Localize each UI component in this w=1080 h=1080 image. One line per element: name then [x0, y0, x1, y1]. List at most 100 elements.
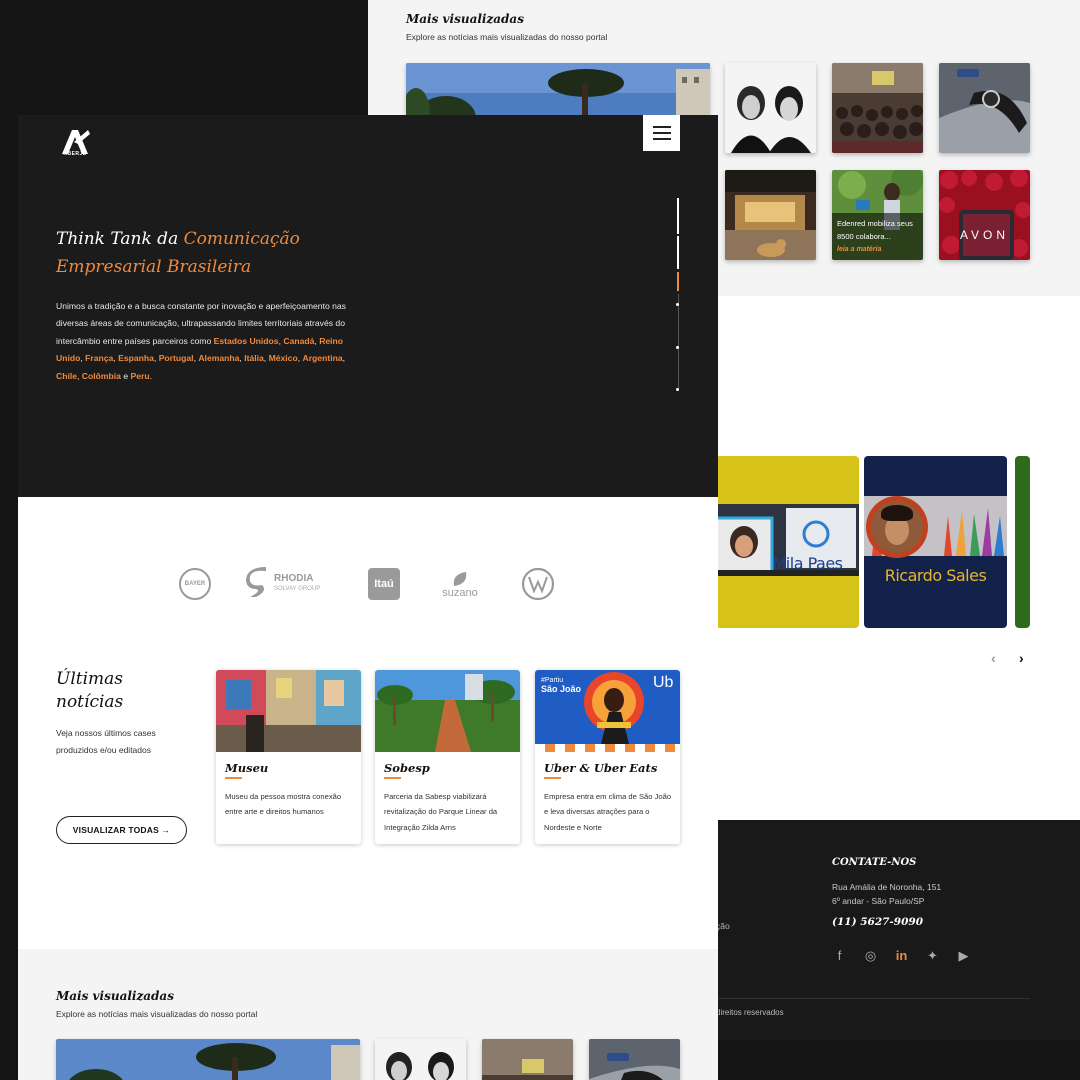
- news-card-accent-bar: [384, 777, 401, 779]
- linkedin-icon[interactable]: in: [894, 948, 909, 964]
- youtube-icon[interactable]: ▶: [956, 948, 971, 964]
- contact-phone[interactable]: (11) 5627-9090: [832, 916, 923, 928]
- footer-divider: [708, 998, 1030, 999]
- news-thumb-large[interactable]: [406, 63, 710, 123]
- hero-title-plain: Think Tank da: [56, 229, 184, 249]
- partner-logos: BAYER RHODIA SOLVAY GROUP Itaú suzano: [18, 564, 718, 604]
- country-name: Colômbia: [81, 370, 121, 381]
- news-thumb[interactable]: [725, 63, 816, 153]
- slide-indicator[interactable]: [677, 236, 679, 269]
- news-card[interactable]: #Partiu São João Ub Uber & Uber Eats Emp…: [535, 670, 680, 844]
- country-name: Chile: [56, 370, 78, 381]
- news-card-accent-bar: [225, 777, 242, 779]
- bayer-logo-text: BAYER: [184, 581, 206, 587]
- news-card-description: Empresa entra em clima de São João e lev…: [544, 792, 672, 832]
- slide-dot[interactable]: [676, 346, 679, 349]
- news-card-title: Sobesp: [384, 761, 430, 775]
- view-all-button[interactable]: VISUALIZAR TODAS →: [56, 816, 187, 844]
- news-card-description: Museu da pessoa mostra conexão entre art…: [225, 792, 342, 817]
- hamburger-icon: [652, 126, 671, 129]
- news-thumb[interactable]: [939, 63, 1030, 153]
- latest-news-subtitle: Veja nossos últimos cases produzidos e/o…: [56, 728, 156, 755]
- slide-indicator-active[interactable]: [677, 272, 679, 291]
- slide-dot[interactable]: [676, 303, 679, 306]
- country-name: Argentina: [302, 353, 343, 364]
- speaker-card[interactable]: Mila Paes: [716, 456, 859, 628]
- menu-button[interactable]: [643, 115, 680, 151]
- suzano-logo: suzano: [432, 564, 488, 604]
- most-viewed-title: Mais visualizadas: [56, 989, 174, 1003]
- facebook-icon[interactable]: f: [832, 948, 847, 964]
- address-line-2: 6º andar - São Paulo/SP: [832, 896, 925, 906]
- contact-title: CONTATE-NOS: [832, 857, 917, 868]
- country-peru: Peru: [130, 370, 150, 381]
- slide-indicator[interactable]: [677, 198, 679, 234]
- speaker-card[interactable]: Ricardo Sales: [864, 456, 1007, 628]
- most-viewed-header: Mais visualizadas Explore as notícias ma…: [56, 989, 257, 1019]
- contact-address: Rua Amália de Noronha, 151 6º andar - Sã…: [832, 880, 941, 908]
- news-thumb-edenred[interactable]: Edenred mobiliza seus 8500 colabora... l…: [832, 170, 923, 260]
- news-card-description: Parceria da Sabesp viabilizará revitaliz…: [384, 792, 498, 832]
- most-viewed-header: Mais visualizadas Explore as notícias ma…: [406, 12, 607, 42]
- news-thumb[interactable]: [725, 170, 816, 260]
- news-card-title: Uber & Uber Eats: [544, 761, 658, 775]
- uber-brand: Ub: [653, 674, 674, 691]
- most-viewed-title: Mais visualizadas: [406, 12, 524, 26]
- carousel-next-button[interactable]: ›: [1019, 650, 1024, 666]
- news-thumb-caption-text: Edenred mobiliza seus 8500 colabora...: [837, 219, 913, 241]
- country-name: Portugal: [158, 353, 194, 364]
- country-name: Itália: [244, 353, 264, 364]
- most-viewed-subtitle: Explore as notícias mais visualizadas do…: [406, 32, 608, 42]
- read-more-link[interactable]: leia a matéria: [837, 243, 918, 256]
- logo-text: ABERJE: [63, 151, 87, 157]
- vertical-slide-nav[interactable]: [676, 198, 679, 391]
- news-card-accent-bar: [544, 777, 561, 779]
- news-card[interactable]: Sobesp Parceria da Sabesp viabilizará re…: [375, 670, 520, 844]
- country-name: Alemanha: [198, 353, 240, 364]
- speaker-card[interactable]: [1015, 456, 1030, 628]
- country-name: México: [268, 353, 298, 364]
- hero-title: Think Tank da Comunicação Empresarial Br…: [56, 225, 376, 281]
- itau-logo-text: Itaú: [374, 578, 394, 590]
- news-thumb[interactable]: [589, 1039, 680, 1080]
- carousel-prev-button[interactable]: ‹: [991, 650, 996, 666]
- hero-body-end: .: [149, 370, 153, 381]
- news-card[interactable]: Museu Museu da pessoa mostra conexão ent…: [216, 670, 361, 844]
- news-card-image: #Partiu São João Ub: [535, 670, 680, 752]
- news-thumb[interactable]: [482, 1039, 573, 1080]
- news-card-title: Museu: [225, 761, 269, 775]
- suzano-logo-text: suzano: [442, 586, 478, 599]
- address-line-1: Rua Amália de Noronha, 151: [832, 882, 942, 892]
- rhodia-logo-subtext: SOLVAY GROUP: [274, 586, 321, 592]
- uber-image-title: São João: [541, 684, 582, 694]
- news-thumb-avon[interactable]: AVON: [939, 170, 1030, 260]
- screenshot-canvas: Mais visualizadas Explore as notícias ma…: [0, 0, 1080, 1080]
- hero-body-and: e: [120, 370, 131, 381]
- country-name: Estados Unidos: [213, 335, 279, 346]
- front-page: ABERJE Think Tank da Comunicação Empresa…: [18, 115, 718, 1080]
- avon-brand: AVON: [959, 228, 1010, 242]
- footer-link-fragment[interactable]: ção: [716, 921, 730, 931]
- country-name: França: [85, 353, 114, 364]
- latest-news-title: Últimas notícias: [56, 669, 124, 712]
- twitter-icon[interactable]: ✦: [925, 948, 940, 964]
- hero-body: Unimos a tradição e a busca constante po…: [56, 298, 366, 385]
- slide-dot[interactable]: [676, 388, 679, 391]
- news-card-image: [375, 670, 520, 752]
- bayer-logo: BAYER: [178, 564, 212, 604]
- news-thumb-caption: Edenred mobiliza seus 8500 colabora... l…: [832, 213, 923, 260]
- speaker-name: Ricardo Sales: [884, 566, 987, 585]
- news-thumb-large[interactable]: [56, 1039, 360, 1080]
- rhodia-logo-text: RHODIA: [274, 573, 314, 584]
- most-viewed-subtitle: Explore as notícias mais visualizadas do…: [56, 1009, 258, 1019]
- copyright-text: direitos reservados: [716, 1008, 784, 1017]
- itau-logo: Itaú: [368, 568, 400, 600]
- country-name: Canadá: [283, 335, 315, 346]
- instagram-icon[interactable]: ◎: [863, 948, 878, 964]
- most-viewed-section: Mais visualizadas Explore as notícias ma…: [18, 949, 718, 1080]
- country-name: Espanha: [118, 353, 154, 364]
- news-thumb[interactable]: [375, 1039, 466, 1080]
- news-thumb[interactable]: [832, 63, 923, 153]
- social-links: f ◎ in ✦ ▶: [832, 948, 971, 964]
- vw-logo: [521, 564, 555, 604]
